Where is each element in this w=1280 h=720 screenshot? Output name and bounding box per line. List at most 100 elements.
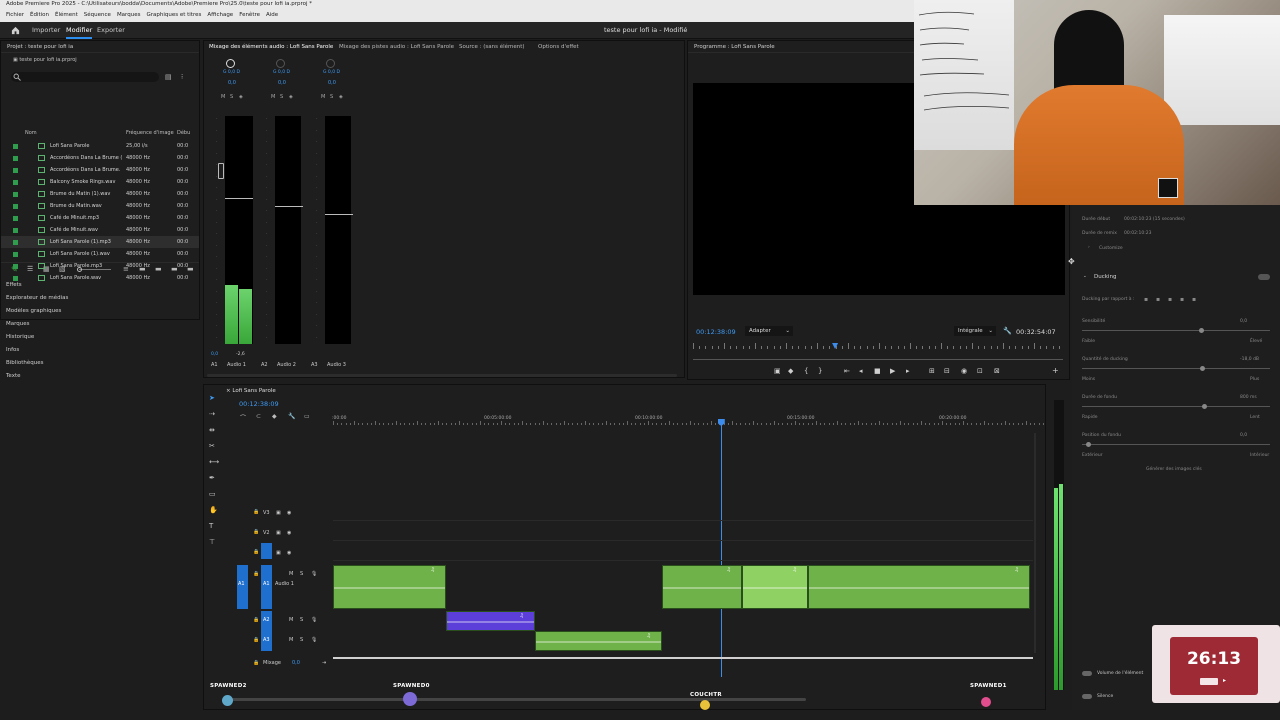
program-scrubber[interactable]: [693, 359, 1063, 360]
sequence-tab[interactable]: × Lofi Sans Parole: [226, 388, 276, 394]
slider-track[interactable]: [1082, 330, 1270, 331]
ripple-edit-icon[interactable]: ⇹: [209, 426, 218, 435]
ducking-source-icon[interactable]: ▪: [1144, 296, 1148, 303]
menu-item[interactable]: Marques: [117, 12, 141, 18]
label-color-swatch[interactable]: [13, 156, 18, 161]
audio-clip[interactable]: ♫: [662, 565, 742, 609]
eye-icon[interactable]: ◉: [287, 550, 291, 556]
razor-icon[interactable]: ✂: [209, 442, 218, 451]
rectangle-icon[interactable]: ▭: [209, 490, 218, 499]
solo-button[interactable]: S: [300, 571, 303, 577]
panel-link[interactable]: Bibliothèques: [6, 360, 43, 366]
voiceover-icon[interactable]: 🎙: [311, 637, 317, 643]
project-row[interactable]: Café de Minuit.wav 48000 Hz 00:0: [1, 224, 199, 236]
video-track-label[interactable]: V3: [263, 510, 270, 516]
go-to-in-icon[interactable]: ⇤: [844, 367, 850, 375]
lock-icon[interactable]: 🔒: [253, 509, 259, 515]
ducking-source-icon[interactable]: ▪: [1168, 296, 1172, 303]
source-track-label[interactable]: A1: [238, 581, 245, 587]
audio-clip[interactable]: ♫: [808, 565, 1030, 609]
pan-knob[interactable]: [326, 59, 335, 68]
menu-item[interactable]: Graphiques et titres: [146, 12, 201, 18]
stop-icon[interactable]: ■: [874, 367, 881, 375]
selection-tool-icon[interactable]: ➤: [209, 394, 218, 403]
project-row[interactable]: Accordéons Dans La Brume (48000 Hz 00:0: [1, 152, 199, 164]
pan-value[interactable]: 0,0: [278, 80, 286, 86]
step-forward-icon[interactable]: ⇥: [322, 660, 326, 666]
tab-element-mixer[interactable]: Mixage des éléments audio : Lofi Sans Pa…: [209, 41, 333, 53]
panel-link[interactable]: Modèles graphiques: [6, 308, 61, 314]
audio-track-label[interactable]: A2: [263, 617, 270, 623]
volume-fader-line[interactable]: [325, 214, 353, 215]
audio-clip[interactable]: ♫: [742, 565, 808, 609]
captions-icon[interactable]: ▭: [304, 413, 310, 420]
menu-item[interactable]: Fenêtre: [239, 12, 260, 18]
lock-icon[interactable]: 🔒: [253, 617, 259, 623]
pen-icon[interactable]: ✒: [209, 474, 218, 483]
audio-track-patch[interactable]: [261, 565, 272, 609]
ducking-source-icon[interactable]: ▪: [1180, 296, 1184, 303]
project-row[interactable]: Balcony Smoke Rings.wav 48000 Hz 00:0: [1, 176, 199, 188]
timeline-vertical-scroll[interactable]: [1034, 433, 1036, 653]
tab-modifier[interactable]: Modifier: [66, 22, 93, 39]
ducking-source-icon[interactable]: ▪: [1156, 296, 1160, 303]
sync-icon[interactable]: ▣: [276, 510, 281, 516]
ducking-source-icon[interactable]: ▪: [1192, 296, 1196, 303]
button-editor-icon[interactable]: ⊠: [994, 367, 1000, 375]
list-options-icon[interactable]: ⁝: [181, 73, 183, 81]
ducking-toggle[interactable]: [1258, 274, 1270, 280]
slider-knob[interactable]: [1202, 404, 1208, 409]
pan-knob[interactable]: [276, 59, 285, 68]
panel-link[interactable]: Explorateur de médias: [6, 295, 68, 301]
marker-icon[interactable]: ◆: [788, 367, 793, 375]
slider-track[interactable]: [1082, 368, 1270, 369]
label-color-swatch[interactable]: [13, 204, 18, 209]
timeline-playhead-line[interactable]: [720, 421, 722, 677]
audio-clip[interactable]: ♫: [446, 611, 535, 631]
tab-importer[interactable]: Importer: [32, 22, 60, 39]
project-row[interactable]: Lofi Sans Parole 25,00 i/s 00:0: [1, 140, 199, 152]
label-color-swatch[interactable]: [13, 276, 18, 281]
solo-button[interactable]: S: [230, 94, 233, 100]
panel-link[interactable]: Infos: [6, 347, 19, 353]
wrench-icon[interactable]: 🔧: [1003, 327, 1012, 335]
tab-source[interactable]: Source : (sans élément): [459, 41, 525, 53]
hand-icon[interactable]: ✋: [209, 506, 218, 515]
track-select-icon[interactable]: ⇢: [209, 410, 218, 419]
slip-icon[interactable]: ⟷: [209, 458, 219, 467]
compare-icon[interactable]: ⊡: [977, 367, 983, 375]
lock-icon[interactable]: 🔒: [253, 549, 259, 555]
panel-link[interactable]: Historique: [6, 334, 34, 340]
project-row[interactable]: Accordéons Dans La Brume. 48000 Hz 00:0: [1, 164, 199, 176]
menu-item[interactable]: Édition: [30, 12, 49, 18]
record-button[interactable]: ◈: [289, 94, 293, 100]
project-row[interactable]: Brume du Matin (1).wav 48000 Hz 00:0: [1, 188, 199, 200]
mix-value[interactable]: 0,0: [292, 660, 300, 666]
caption-icon[interactable]: ⊤: [209, 538, 218, 547]
timeline-horizontal-scroll[interactable]: [226, 698, 806, 701]
pan-knob[interactable]: [226, 59, 235, 68]
lock-icon[interactable]: 🔒: [253, 529, 259, 535]
voiceover-icon[interactable]: 🎙: [311, 571, 317, 577]
a1-source-patch[interactable]: [237, 565, 248, 609]
chevron-right-icon[interactable]: ›: [1088, 245, 1090, 250]
v1-source-patch[interactable]: [261, 543, 272, 559]
audio-track-label[interactable]: A3: [263, 637, 270, 643]
project-row[interactable]: Brume du Matin.wav 48000 Hz 00:0: [1, 200, 199, 212]
mute-button[interactable]: M: [289, 571, 293, 577]
sync-icon[interactable]: ▣: [276, 530, 281, 536]
slider-track[interactable]: [1082, 444, 1270, 445]
project-row[interactable]: Lofi Sans Parole (1).mp3 48000 Hz 00:0: [1, 236, 199, 248]
fader-handle[interactable]: [218, 163, 224, 179]
audio-clip[interactable]: ♫: [333, 565, 446, 609]
marker-icon[interactable]: ◆: [272, 413, 277, 420]
eye-icon[interactable]: ◉: [287, 530, 291, 536]
panel-link[interactable]: Texte: [6, 373, 21, 379]
menu-item[interactable]: Séquence: [84, 12, 111, 18]
program-time-ruler[interactable]: [693, 343, 1063, 353]
label-color-swatch[interactable]: [13, 216, 18, 221]
generate-keyframes-button[interactable]: Générer des images clés: [1146, 467, 1202, 472]
slider-knob[interactable]: [1200, 366, 1206, 371]
mute-button[interactable]: M: [271, 94, 275, 100]
video-track-label[interactable]: V2: [263, 530, 270, 536]
